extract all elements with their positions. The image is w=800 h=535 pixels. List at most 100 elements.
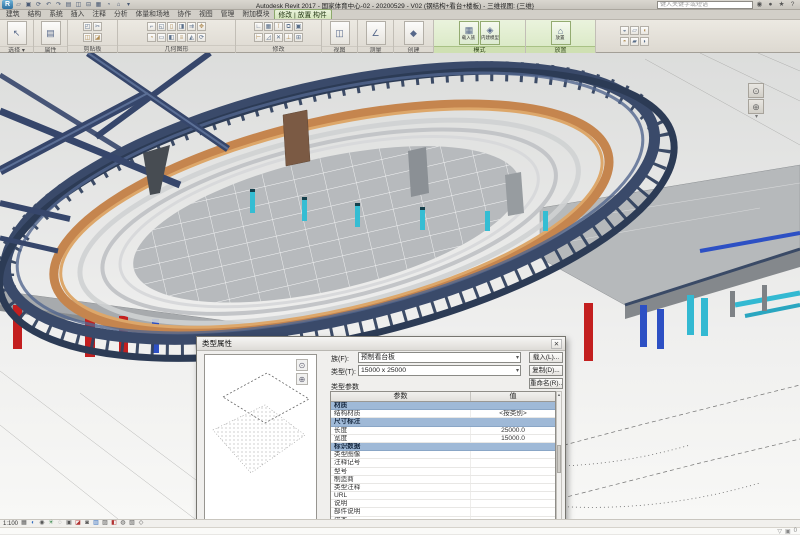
view-control-icon[interactable]: ◧ <box>110 520 118 527</box>
view-control-icon[interactable]: ◌ <box>56 520 64 527</box>
place-button[interactable]: ⌂ 放置 <box>551 21 571 45</box>
qat-icon[interactable]: ◫ <box>74 1 83 9</box>
panel-label[interactable]: 选择 ▾ <box>0 46 33 53</box>
table-row[interactable]: 类型图像 <box>331 451 555 459</box>
ribbon-tab[interactable]: 附加模块 <box>238 9 273 19</box>
view-control-icon[interactable]: ▨ <box>101 520 109 527</box>
pin-icon[interactable]: ⊺ <box>274 22 283 31</box>
ribbon-tab[interactable]: 结构 <box>24 9 46 19</box>
offset-icon[interactable]: ⇉ <box>187 22 196 31</box>
delete-icon[interactable]: ✕ <box>274 33 283 42</box>
drawing-area[interactable]: ⊙ ⊕ ▾ 类型属性 ✕ ⊙ ⊕ ◂▸ 族(F): 预制看台板 载入(L)... <box>0 53 800 519</box>
table-row[interactable]: 型号 <box>331 468 555 476</box>
table-row[interactable]: 长度 25000.0 <box>331 427 555 435</box>
table-row[interactable]: 部件说明 <box>331 508 555 516</box>
status-icon[interactable]: ▽ <box>777 528 782 535</box>
app-button[interactable]: R <box>2 0 13 9</box>
measure-button[interactable]: ∠ <box>366 21 386 45</box>
view-control-icon[interactable]: ◇ <box>137 520 145 527</box>
qat-icon[interactable]: ↷ <box>54 1 63 9</box>
ribbon-tab[interactable]: 系统 <box>45 9 67 19</box>
view-control-icon[interactable]: ▦ <box>20 520 28 527</box>
link-icon[interactable]: ⊞ <box>294 33 303 42</box>
qat-icon[interactable]: ⌂ <box>114 1 123 9</box>
copy-icon[interactable]: ◫ <box>83 33 92 42</box>
tool-icon[interactable]: ▰ <box>630 37 639 46</box>
qat-icon[interactable]: ▱ <box>14 1 23 9</box>
titlebar-icon[interactable]: ? <box>788 1 797 9</box>
wall-icon[interactable]: ▯ <box>167 22 176 31</box>
tool-icon[interactable]: ▱ <box>630 26 639 35</box>
view-control-icon[interactable]: ▧ <box>128 520 136 527</box>
tool-icon[interactable]: ◖ <box>640 26 649 35</box>
table-row[interactable]: 标识数据 <box>331 443 555 451</box>
ribbon-tab[interactable]: 修改 | 放置 构件 <box>274 9 332 19</box>
table-v-scrollbar[interactable]: ▲▼ <box>556 391 562 519</box>
view-control-icon[interactable]: ◉ <box>38 520 46 527</box>
view-control-icon[interactable]: ▥ <box>92 520 100 527</box>
unpin-icon[interactable]: ⊥ <box>284 33 293 42</box>
ribbon-tab[interactable]: 管理 <box>217 9 239 19</box>
dialog-title[interactable]: 类型属性 <box>197 337 565 351</box>
table-row[interactable]: 宽度 15000.0 <box>331 435 555 443</box>
value-column-header[interactable]: 值 <box>471 392 555 401</box>
qat-icon[interactable]: ▣ <box>24 1 33 9</box>
qat-icon[interactable]: ▤ <box>64 1 73 9</box>
table-row[interactable]: 注释记号 <box>331 459 555 467</box>
qat-icon[interactable]: ↶ <box>44 1 53 9</box>
search-input[interactable] <box>657 1 753 9</box>
qat-icon[interactable]: ▾ <box>124 1 133 9</box>
qat-icon[interactable]: ⊟ <box>84 1 93 9</box>
extend-icon[interactable]: ⊢ <box>254 33 263 42</box>
table-row[interactable]: 尺寸标注 <box>331 418 555 426</box>
preview-steering-wheel-icon[interactable]: ⊙ <box>296 359 308 371</box>
table-row[interactable]: 说明 <box>331 500 555 508</box>
steering-wheel-icon[interactable]: ⊙ <box>748 83 764 98</box>
titlebar-icon[interactable]: ◉ <box>755 1 764 9</box>
move-icon[interactable]: ✥ <box>197 22 206 31</box>
ribbon-tab[interactable]: 注释 <box>88 9 110 19</box>
split-icon[interactable]: ◨ <box>177 22 186 31</box>
view-control-icon[interactable]: ◙ <box>83 520 91 527</box>
table-row[interactable]: 制造商 <box>331 476 555 484</box>
ribbon-tab[interactable]: 视图 <box>195 9 217 19</box>
view-control-icon[interactable]: ◍ <box>119 520 127 527</box>
type-dropdown[interactable]: 15000 x 25000 <box>358 365 521 376</box>
cope-icon[interactable]: ⌐ <box>147 22 156 31</box>
tool-icon[interactable]: ◓ <box>620 37 629 46</box>
titlebar-icon[interactable]: ● <box>766 1 775 9</box>
join-icon[interactable]: ◱ <box>157 22 166 31</box>
status-icon[interactable]: ▣ <box>785 528 791 535</box>
cut-icon[interactable]: ✂ <box>93 22 102 31</box>
properties-button[interactable]: ▤ <box>41 21 61 45</box>
table-row[interactable]: 结构材质 <按类别> <box>331 410 555 418</box>
group-icon[interactable]: ▣ <box>294 22 303 31</box>
navbar-caret-icon[interactable]: ▾ <box>748 115 765 120</box>
table-row[interactable]: 材质 <box>331 402 555 410</box>
array-icon[interactable]: ▦ <box>264 22 273 31</box>
status-icon[interactable]: 0 <box>794 528 797 535</box>
view-control-icon[interactable]: ▣ <box>65 520 73 527</box>
scale-icon[interactable]: ◿ <box>264 33 273 42</box>
model-inplace-button[interactable]: ◈ 内建模型 <box>480 21 500 45</box>
qat-icon[interactable]: ◔ <box>104 1 113 9</box>
ribbon-tab[interactable]: 插入 <box>67 9 89 19</box>
qat-icon[interactable]: ▦ <box>94 1 103 9</box>
ribbon-tab[interactable]: 体量和场地 <box>132 9 174 19</box>
table-row[interactable]: 类型注释 <box>331 484 555 492</box>
preview-zoom-icon[interactable]: ⊕ <box>296 373 308 385</box>
qat-icon[interactable]: ⟳ <box>34 1 43 9</box>
create-button[interactable]: ◆ <box>404 21 424 45</box>
view-control-icon[interactable]: ◐ <box>29 520 37 527</box>
family-dropdown[interactable]: 预制看台板 <box>358 352 521 363</box>
cut-geometry-icon[interactable]: ◔ <box>147 33 156 42</box>
ribbon-tab[interactable]: 建筑 <box>2 9 24 19</box>
ribbon-tab[interactable]: 协作 <box>174 9 196 19</box>
view-button[interactable]: ◫ <box>330 21 350 45</box>
paint-icon[interactable]: ◧ <box>167 33 176 42</box>
rotate-icon[interactable]: ⟳ <box>197 33 206 42</box>
param-column-header[interactable]: 参数 <box>331 392 471 401</box>
load-button[interactable]: 载入(L)... <box>529 352 563 363</box>
copy2-icon[interactable]: ⧉ <box>284 22 293 31</box>
tool-icon[interactable]: ◗ <box>640 37 649 46</box>
